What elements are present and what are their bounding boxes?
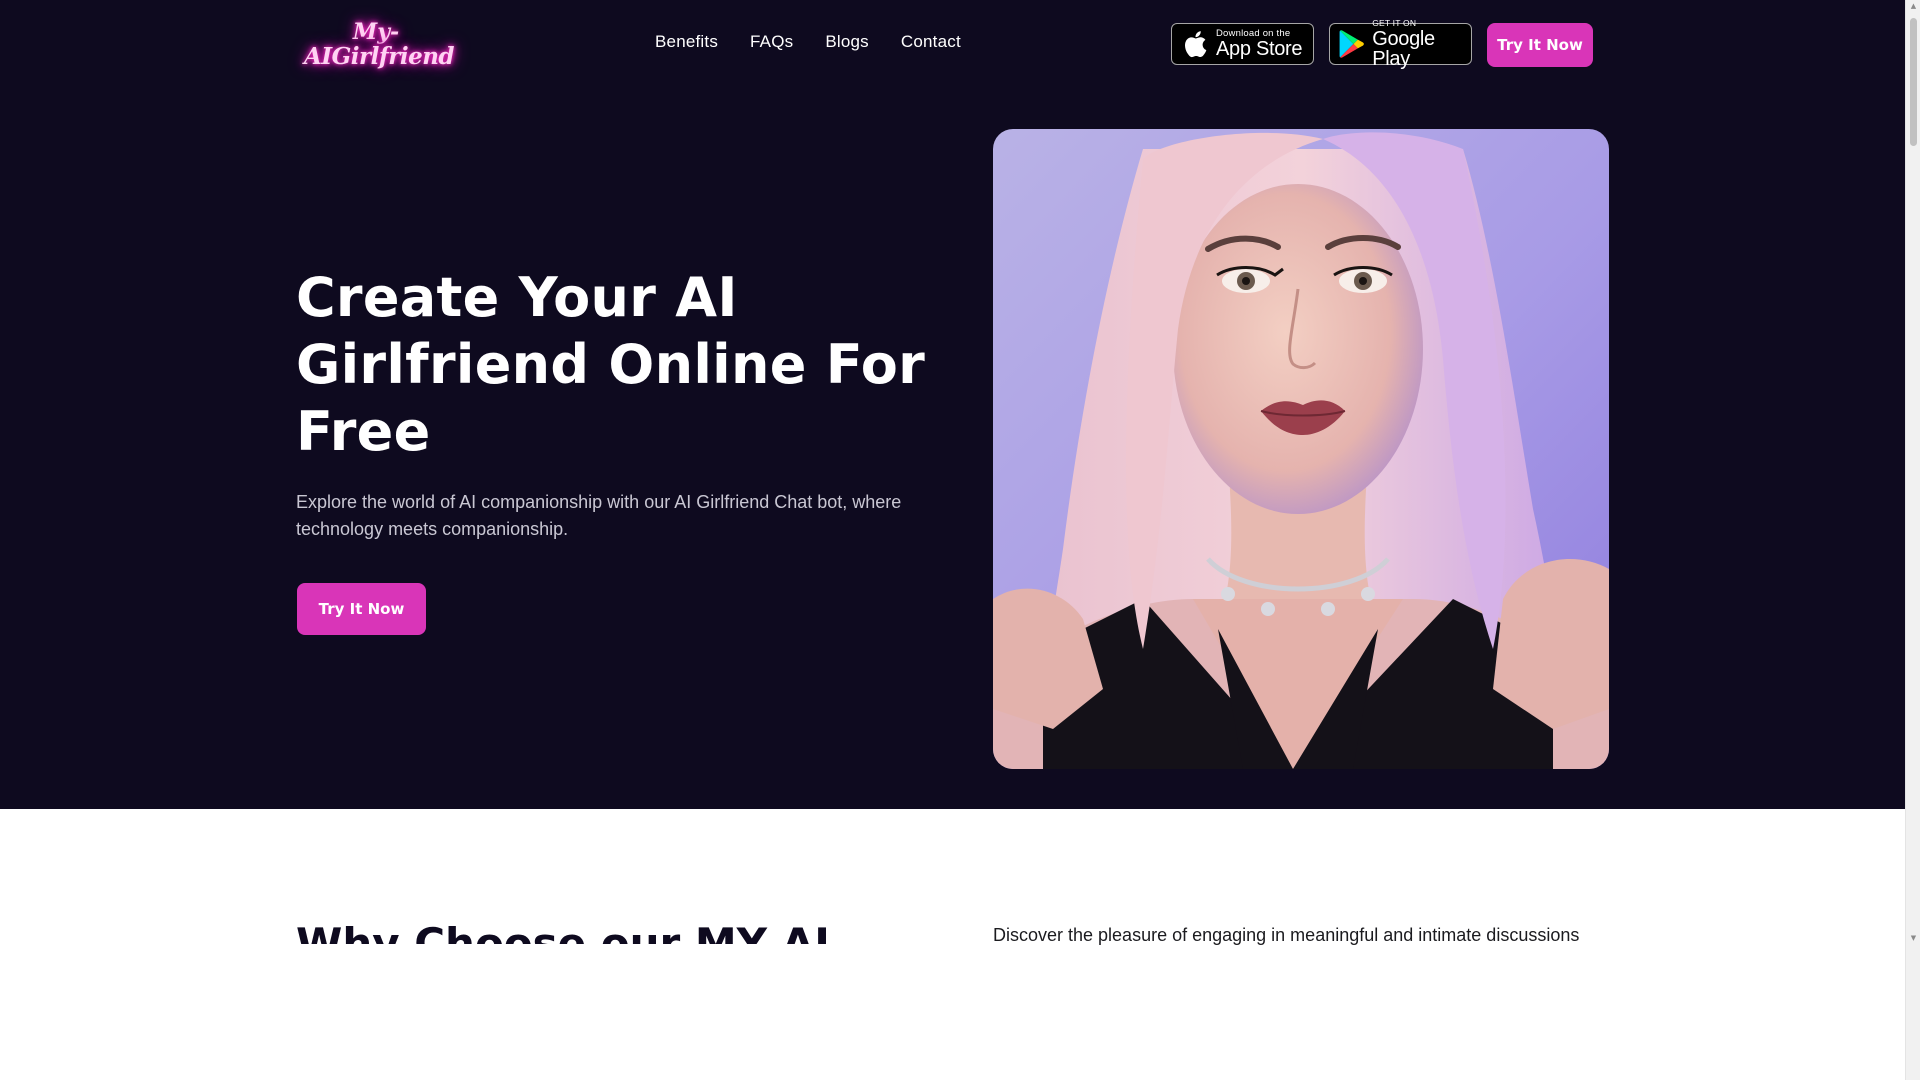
logo-line-2: AIGirlfriend [303, 42, 455, 70]
scrollbar-thumb[interactable] [1910, 18, 1917, 146]
hero-portrait-image [993, 129, 1609, 769]
page-scrollbar[interactable]: ▲ ▼ [1905, 0, 1920, 1080]
apple-icon [1181, 30, 1209, 58]
hero-section: My- AIGirlfriend Benefits FAQs Blogs Con… [0, 0, 1905, 809]
section-description: Discover the pleasure of engaging in mea… [993, 925, 1580, 945]
nav-link-benefits[interactable]: Benefits [655, 32, 718, 52]
nav-link-faqs[interactable]: FAQs [750, 32, 793, 52]
nav-link-contact[interactable]: Contact [901, 32, 961, 52]
why-choose-title: Why Choose our MY AI [296, 919, 830, 944]
hero-title: Create Your AI Girlfriend Online For Fre… [296, 266, 926, 463]
app-store-label: App Store [1216, 38, 1303, 61]
app-store-button[interactable]: Download on the App Store [1171, 23, 1314, 65]
app-store-small-label: Download on the [1216, 27, 1291, 39]
scroll-up-arrow-icon[interactable]: ▲ [1910, 2, 1917, 10]
main-nav: Benefits FAQs Blogs Contact [655, 32, 993, 52]
hero-subtitle: Explore the world of AI companionship wi… [296, 492, 902, 539]
google-play-small-label: GET IT ON [1372, 18, 1417, 29]
hero-try-now-button[interactable]: Try It Now [297, 583, 426, 635]
scroll-down-arrow-icon[interactable]: ▼ [1910, 934, 1917, 942]
google-play-icon [1339, 30, 1365, 58]
logo-line-1: My- [352, 18, 400, 45]
page-viewport: My- AIGirlfriend Benefits FAQs Blogs Con… [0, 0, 1905, 1080]
google-play-label: Google Play [1372, 27, 1435, 70]
google-play-button[interactable]: GET IT ON Google Play [1329, 19, 1472, 69]
brand-logo[interactable]: My- AIGirlfriend [304, 12, 455, 76]
nav-link-blogs[interactable]: Blogs [825, 32, 869, 52]
header-try-now-button[interactable]: Try It Now [1487, 23, 1593, 67]
